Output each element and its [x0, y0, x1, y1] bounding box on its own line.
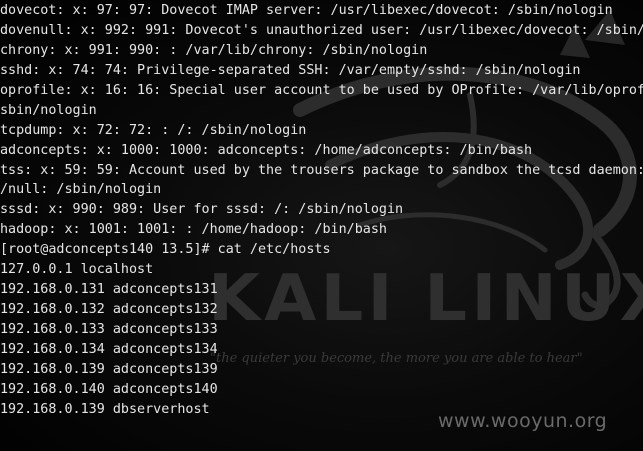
terminal-line: sshd: x: 74: 74: Privilege-separated SSH… — [0, 62, 581, 78]
terminal-line: tss: x: 59: 59: Account used by the trou… — [0, 162, 643, 178]
hosts-entry: 192.168.0.133 adconcepts133 — [0, 322, 218, 337]
hosts-entry: 192.168.0.140 adconcepts140 — [0, 381, 218, 397]
terminal-output[interactable]: dovecot: x: 97: 97: Dovecot IMAP server:… — [0, 1, 643, 420]
terminal-line: dovenull: x: 992: 991: Dovecot's unautho… — [0, 22, 643, 38]
hosts-entry: 192.168.0.139 dbserverhost — [0, 401, 210, 417]
terminal-line: chrony: x: 991: 990: : /var/lib/chrony: … — [0, 42, 428, 58]
hosts-entry: 192.168.0.132 adconcepts132 — [0, 302, 218, 318]
terminal-line: tcpdump: x: 72: 72: : /: /sbin/nologin — [0, 122, 307, 138]
terminal-window[interactable]: KALI LINUX "the quieter you become, the … — [0, 0, 643, 451]
terminal-line: adconcepts: x: 1000: 1000: adconcepts: /… — [0, 142, 533, 158]
terminal-line: oprofile: x: 16: 16: Special user accoun… — [0, 82, 643, 98]
hosts-entry: 192.168.0.139 adconcepts139 — [0, 361, 218, 377]
hosts-entry: 192.168.0.134 adconcepts134 — [0, 341, 218, 357]
hosts-entry: 127.0.0.1 localhost — [0, 262, 154, 278]
terminal-line: /null: /sbin/nologin — [0, 182, 162, 198]
terminal-line: sbin/nologin — [0, 102, 97, 118]
terminal-prompt-line: [root@adconcepts140 13.5]# cat /etc/host… — [0, 242, 331, 258]
terminal-line: sssd: x: 990: 989: User for sssd: /: /sb… — [0, 202, 404, 218]
terminal-line: hadoop: x: 1001: 1001: : /home/hadoop: /… — [0, 222, 387, 238]
hosts-entry: 192.168.0.131 adconcepts131 — [0, 282, 218, 298]
terminal-line: dovecot: x: 97: 97: Dovecot IMAP server:… — [0, 3, 613, 18]
